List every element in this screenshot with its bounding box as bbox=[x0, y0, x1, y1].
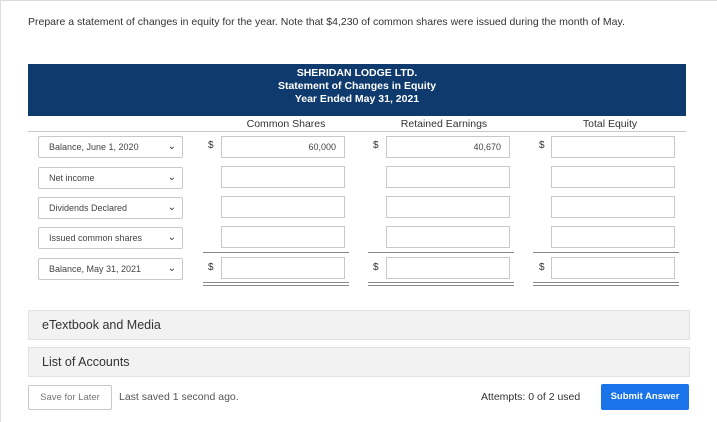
submit-answer-button[interactable]: Submit Answer bbox=[601, 384, 689, 410]
attempts-counter: Attempts: 0 of 2 used bbox=[481, 391, 581, 403]
row-label-select-balance-start[interactable]: Balance, June 1, 2020 ⌄ bbox=[38, 136, 183, 158]
common-shares-input[interactable] bbox=[221, 166, 345, 188]
retained-earnings-input[interactable] bbox=[386, 226, 510, 248]
question-text: Prepare a statement of changes in equity… bbox=[28, 16, 625, 28]
subtotal-underline bbox=[203, 252, 349, 253]
dollar-sign: $ bbox=[539, 140, 545, 151]
chevron-down-icon: ⌄ bbox=[167, 172, 176, 183]
etextbook-panel[interactable]: eTextbook and Media bbox=[28, 310, 690, 340]
statement-title: Statement of Changes in Equity bbox=[277, 80, 437, 92]
row-label-select-issued-shares[interactable]: Issued common shares ⌄ bbox=[38, 227, 183, 249]
row-label: Issued common shares bbox=[49, 233, 143, 243]
common-shares-input[interactable] bbox=[221, 196, 345, 218]
subtotal-underline bbox=[533, 252, 679, 253]
chevron-down-icon: ⌄ bbox=[167, 141, 176, 152]
common-shares-input[interactable] bbox=[221, 226, 345, 248]
common-shares-input[interactable]: 60,000 bbox=[221, 136, 345, 158]
row-label-select-dividends[interactable]: Dividends Declared ⌄ bbox=[38, 197, 183, 219]
common-shares-input[interactable] bbox=[221, 257, 345, 279]
total-equity-input[interactable] bbox=[551, 196, 675, 218]
dollar-sign: $ bbox=[373, 140, 379, 151]
row-label: Balance, May 31, 2021 bbox=[49, 264, 142, 274]
statement-period: Year Ended May 31, 2021 bbox=[294, 93, 420, 105]
chevron-down-icon: ⌄ bbox=[167, 202, 176, 213]
dollar-sign: $ bbox=[208, 140, 214, 151]
saved-status: Last saved 1 second ago. bbox=[119, 391, 239, 403]
dollar-sign: $ bbox=[373, 262, 379, 273]
total-equity-input[interactable] bbox=[551, 166, 675, 188]
list-of-accounts-panel[interactable]: List of Accounts bbox=[28, 347, 690, 377]
total-double-underline bbox=[368, 282, 514, 286]
row-label-select-net-income[interactable]: Net income ⌄ bbox=[38, 167, 183, 189]
total-double-underline bbox=[533, 282, 679, 286]
col-header-common-shares: Common Shares bbox=[246, 118, 326, 130]
dollar-sign: $ bbox=[539, 262, 545, 273]
row-label: Net income bbox=[49, 173, 95, 183]
subtotal-underline bbox=[368, 252, 514, 253]
company-name: SHERIDAN LODGE LTD. bbox=[296, 67, 418, 79]
retained-earnings-input[interactable] bbox=[386, 166, 510, 188]
row-label: Balance, June 1, 2020 bbox=[49, 142, 139, 152]
total-equity-input[interactable] bbox=[551, 226, 675, 248]
col-header-retained-earnings: Retained Earnings bbox=[400, 118, 488, 130]
retained-earnings-input[interactable]: 40,670 bbox=[386, 136, 510, 158]
total-equity-input[interactable] bbox=[551, 257, 675, 279]
chevron-down-icon: ⌄ bbox=[167, 263, 176, 274]
header-divider bbox=[28, 131, 686, 132]
dollar-sign: $ bbox=[208, 262, 214, 273]
col-header-total-equity: Total Equity bbox=[582, 118, 638, 130]
retained-earnings-input[interactable] bbox=[386, 196, 510, 218]
retained-earnings-input[interactable] bbox=[386, 257, 510, 279]
save-for-later-button[interactable]: Save for Later bbox=[28, 385, 112, 410]
total-double-underline bbox=[203, 282, 349, 286]
chevron-down-icon: ⌄ bbox=[167, 232, 176, 243]
row-label-select-balance-end[interactable]: Balance, May 31, 2021 ⌄ bbox=[38, 258, 183, 280]
row-label: Dividends Declared bbox=[49, 203, 128, 213]
statement-header: SHERIDAN LODGE LTD. Statement of Changes… bbox=[28, 64, 686, 116]
total-equity-input[interactable] bbox=[551, 136, 675, 158]
